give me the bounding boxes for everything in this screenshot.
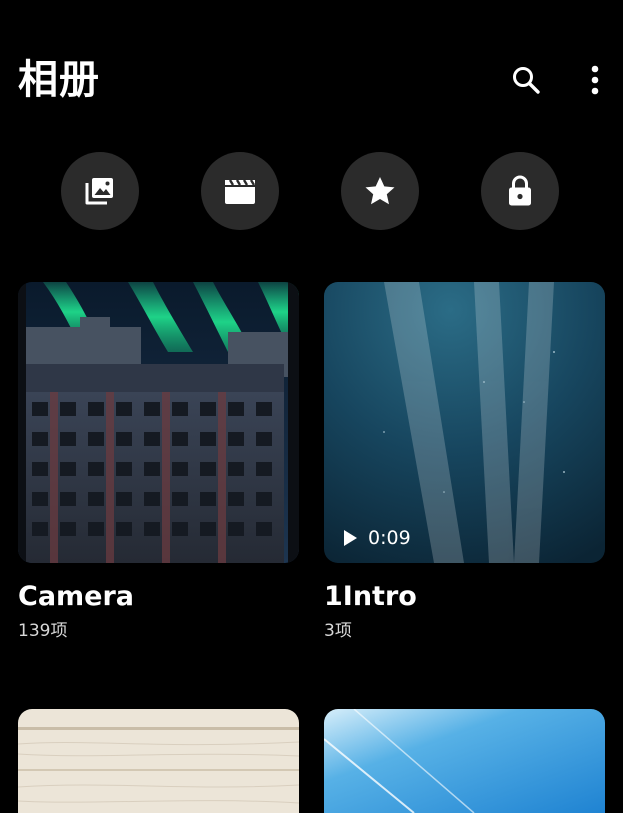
search-icon [513, 67, 540, 94]
video-duration-badge: 0:09 [342, 527, 411, 549]
private-album-button[interactable] [481, 152, 559, 230]
blue-sky-photo [324, 709, 605, 813]
play-icon [344, 530, 357, 546]
search-button[interactable] [506, 60, 546, 100]
photo-library-icon [85, 178, 113, 205]
lock-icon [509, 175, 531, 206]
quick-actions-bar [0, 152, 623, 230]
album-thumbnail[interactable]: 0:09 [324, 282, 605, 563]
more-vert-icon [591, 65, 599, 95]
all-photos-button[interactable] [61, 152, 139, 230]
star-icon [365, 177, 395, 205]
album-count: 3项 [324, 621, 352, 641]
underwater-video-thumbnail [324, 282, 605, 563]
album-count: 139项 [18, 621, 68, 641]
page-title: 相册 [18, 57, 100, 103]
album-name: Camera [18, 581, 135, 612]
album-thumbnail[interactable] [18, 709, 299, 813]
album-name: 1Intro [324, 581, 417, 612]
album-thumbnail[interactable] [18, 282, 299, 563]
video-clapper-icon [225, 179, 256, 204]
album-thumbnail[interactable] [324, 709, 605, 813]
more-options-button[interactable] [575, 60, 615, 100]
favorites-button[interactable] [341, 152, 419, 230]
videos-button[interactable] [201, 152, 279, 230]
app-header: 相册 [0, 0, 623, 130]
wood-texture-photo [18, 709, 299, 813]
aurora-building-photo [18, 282, 299, 563]
video-duration: 0:09 [368, 527, 411, 549]
